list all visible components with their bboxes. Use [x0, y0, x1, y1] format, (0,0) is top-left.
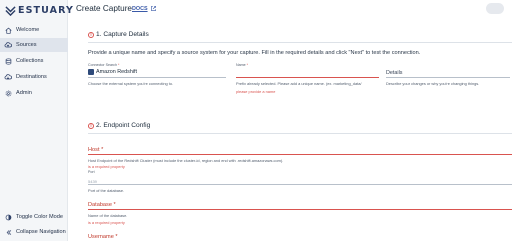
divider: [88, 42, 512, 43]
redshift-icon: [88, 69, 94, 75]
external-link-icon[interactable]: [150, 5, 157, 12]
host-label: Host *: [88, 147, 104, 153]
sidebar-item-label: Admin: [16, 90, 32, 96]
section-title: 1. Capture Details: [96, 31, 149, 38]
page-title: Create Capture: [76, 4, 132, 13]
divider: [88, 133, 512, 134]
home-icon: [4, 26, 12, 34]
connector-search-helper: Choose the external system you're connec…: [88, 81, 174, 86]
header: Create Capture DOCS: [68, 0, 512, 18]
sidebar-item-sources[interactable]: Sources: [0, 38, 68, 52]
cloud-download-icon: [4, 73, 12, 81]
cloud-upload-icon: [4, 41, 12, 49]
collapse-icon: [4, 228, 12, 236]
database-helper: Name of the database.: [88, 213, 128, 218]
name-error: please provide a name: [236, 89, 276, 94]
database-input[interactable]: [88, 209, 512, 210]
sidebar-item-collections[interactable]: Collections: [0, 54, 68, 68]
logo[interactable]: ESTUARY: [5, 3, 74, 17]
name-input[interactable]: [236, 69, 378, 75]
port-underline: [88, 184, 512, 185]
port-label: Port: [88, 170, 95, 174]
port-helper: Port of the database.: [88, 188, 125, 193]
sidebar-item-welcome[interactable]: Welcome: [0, 23, 68, 37]
name-helper: Prefix already selected. Please add a un…: [236, 81, 362, 86]
sidebar-item-label: Collections: [16, 58, 44, 64]
connector-search-input[interactable]: Amazon Redshift: [96, 69, 137, 75]
details-input[interactable]: Details: [386, 70, 402, 76]
error-icon: !: [88, 122, 94, 129]
database-label: Database *: [88, 202, 116, 208]
docs-link[interactable]: DOCS: [132, 6, 148, 12]
sidebar-item-destinations[interactable]: Destinations: [0, 70, 68, 84]
details-underline: [386, 77, 510, 78]
username-label: Username *: [88, 234, 118, 240]
collapse-navigation-button[interactable]: Collapse Navigation: [0, 225, 68, 239]
name-underline: [236, 77, 379, 78]
estuary-logo-icon: [5, 5, 16, 16]
database-icon: [4, 57, 12, 65]
avatar[interactable]: [486, 3, 504, 14]
brand-name: ESTUARY: [18, 4, 74, 16]
host-error: is a required property: [88, 164, 125, 169]
name-label: Name *: [236, 63, 248, 67]
main-content: ! 1. Capture Details Provide a unique na…: [68, 18, 512, 241]
sidebar-item-label: Sources: [16, 42, 37, 48]
host-input[interactable]: [88, 154, 512, 155]
database-error: is a required property: [88, 220, 125, 225]
sidebar-item-label: Toggle Color Mode: [16, 214, 63, 220]
connector-search-label: Connector Search *: [88, 63, 120, 67]
details-helper: Describe your changes or why you're chan…: [386, 81, 480, 86]
capture-details-header[interactable]: ! 1. Capture Details: [88, 31, 149, 38]
gear-icon: [4, 89, 12, 97]
sidebar: ESTUARY Welcome Sources Collections Dest…: [0, 0, 73, 241]
section-title: 2. Endpoint Config: [96, 122, 151, 129]
sidebar-item-label: Destinations: [16, 74, 47, 80]
error-icon: !: [88, 31, 94, 38]
sidebar-item-admin[interactable]: Admin: [0, 86, 68, 100]
connector-search-underline: [88, 77, 226, 78]
sidebar-item-label: Welcome: [16, 27, 40, 33]
color-mode-icon: [4, 213, 12, 221]
capture-intro-text: Provide a unique name and specify a sour…: [88, 50, 421, 56]
host-helper: Host Endpoint of the Redshift Cluster (m…: [88, 158, 284, 163]
endpoint-config-header[interactable]: ! 2. Endpoint Config: [88, 122, 150, 129]
sidebar-item-label: Collapse Navigation: [16, 229, 66, 235]
toggle-color-mode-button[interactable]: Toggle Color Mode: [0, 210, 68, 224]
